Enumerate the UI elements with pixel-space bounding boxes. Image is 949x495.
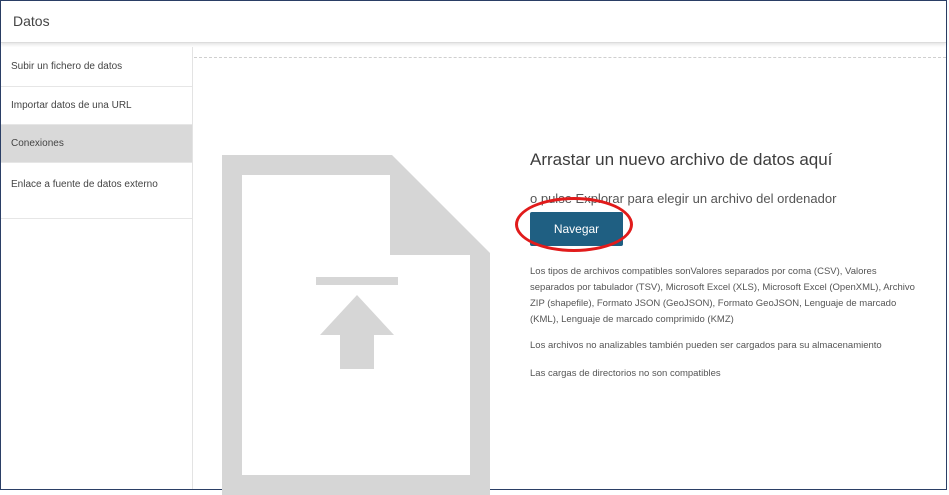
drop-title: Arrastar un nuevo archivo de datos aquí: [530, 150, 833, 169]
sidebar-item-label: Importar datos de una URL: [11, 100, 132, 111]
header: Datos: [1, 1, 946, 43]
page-title: Datos: [13, 13, 50, 29]
sidebar-item-import-url[interactable]: Importar datos de una URL: [1, 87, 192, 125]
drop-subtitle: o pulse Explorar para elegir un archivo …: [530, 191, 837, 206]
file-upload-icon: [222, 155, 490, 495]
sidebar-item-external-link[interactable]: Enlace a fuente de datos externo: [1, 163, 192, 219]
sidebar-item-label: Subir un fichero de datos: [11, 61, 123, 72]
sidebar-item-label: Conexiones: [11, 138, 64, 149]
non-parsable-note: Los archivos no analizables también pued…: [530, 340, 882, 351]
sidebar-item-label: Enlace a fuente de datos externo: [11, 179, 158, 190]
sidebar-item-connections[interactable]: Conexiones: [1, 125, 192, 163]
sidebar: Subir un fichero de datos Importar datos…: [1, 47, 193, 489]
browse-button[interactable]: Navegar: [530, 212, 623, 246]
supported-types-text: Los tipos de archivos compatibles sonVal…: [530, 266, 915, 325]
sidebar-item-upload-file[interactable]: Subir un fichero de datos: [1, 47, 192, 87]
directories-note: Las cargas de directorios no son compati…: [530, 368, 721, 379]
